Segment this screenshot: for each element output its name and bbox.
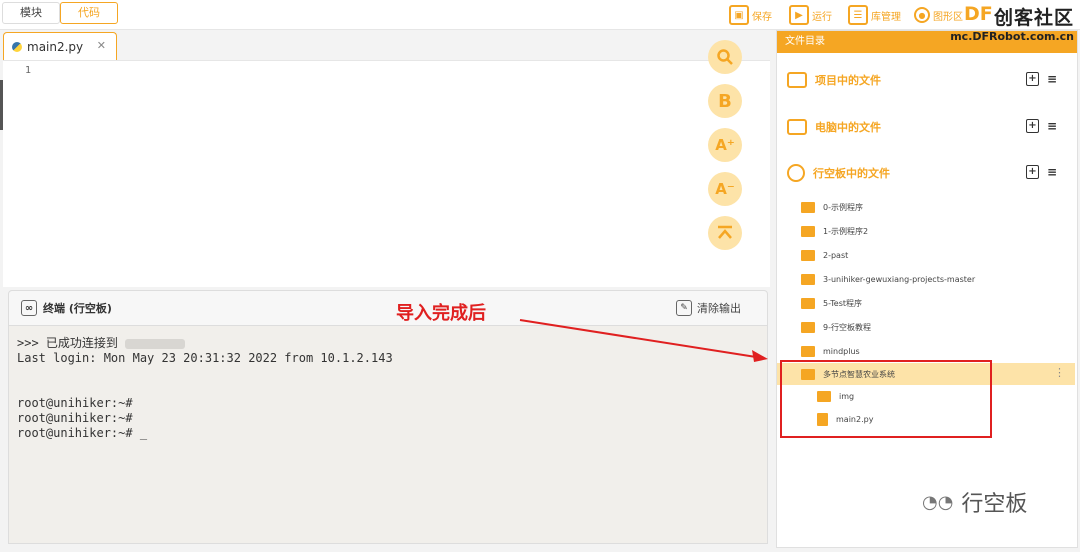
folder-icon bbox=[801, 297, 815, 309]
item-label: 3-unihiker-gewuxiang-projects-master bbox=[823, 274, 976, 284]
brand-name: 创客社区 bbox=[993, 7, 1074, 29]
list-item[interactable]: 3-unihiker-gewuxiang-projects-master bbox=[777, 268, 1075, 290]
run-label: 运行 bbox=[812, 11, 832, 23]
annotation-text: 导入完成后 bbox=[396, 303, 486, 324]
folder-icon bbox=[801, 249, 815, 261]
server-icon: ☰ bbox=[848, 5, 868, 25]
tab-main2-py[interactable]: main2.py ✕ bbox=[3, 32, 117, 60]
library-label: 库管理 bbox=[871, 11, 901, 23]
list-item[interactable]: 0-示例程序 bbox=[777, 196, 1075, 218]
mode-tab-code[interactable]: 代码 bbox=[60, 2, 118, 24]
menu-icon[interactable]: ≡ bbox=[1047, 72, 1057, 86]
close-icon[interactable]: ✕ bbox=[97, 39, 106, 52]
folder-icon bbox=[801, 225, 815, 237]
code-editor[interactable]: 1 bbox=[3, 60, 770, 287]
terminal-title: 终端 (行空板) bbox=[43, 302, 112, 315]
list-item[interactable]: 5-Test程序 bbox=[777, 292, 1075, 314]
graphics-label: 图形区 bbox=[933, 11, 963, 23]
section-label: 行空板中的文件 bbox=[813, 167, 890, 180]
section-project-files[interactable]: 项目中的文件 + ≡ bbox=[777, 65, 1077, 95]
more-options-icon[interactable]: ⋮ bbox=[1054, 366, 1065, 379]
terminal-line: root@unihiker:~# bbox=[17, 396, 133, 410]
add-file-icon[interactable]: + bbox=[1025, 119, 1039, 133]
line-number: 1 bbox=[25, 65, 32, 76]
list-item[interactable]: 2-past bbox=[777, 244, 1075, 266]
item-label: 2-past bbox=[823, 250, 849, 260]
format-bold-button[interactable]: B bbox=[708, 84, 742, 118]
board-icon bbox=[787, 164, 805, 182]
arrow-up-bar-icon bbox=[718, 225, 732, 239]
target-icon: ● bbox=[914, 7, 930, 23]
list-item[interactable]: 9-行空板教程 bbox=[777, 316, 1075, 338]
play-icon: ▶ bbox=[789, 5, 809, 25]
font-increase-button[interactable]: A⁺ bbox=[708, 128, 742, 162]
brand-url: mc.DFRobot.com.cn bbox=[950, 30, 1074, 43]
search-button[interactable] bbox=[708, 40, 742, 74]
folder-icon bbox=[801, 321, 815, 333]
section-board-files[interactable]: 行空板中的文件 + ≡ bbox=[777, 158, 1077, 188]
python-icon bbox=[12, 41, 22, 52]
section-computer-files[interactable]: 电脑中的文件 + ≡ bbox=[777, 112, 1077, 142]
annotation-highlight-box bbox=[780, 360, 992, 438]
graphics-button[interactable]: ● 图形区 bbox=[914, 3, 963, 27]
watermark-text: 行空板 bbox=[961, 492, 1028, 517]
floppy-icon: ▣ bbox=[729, 5, 749, 25]
run-button[interactable]: ▶ 运行 bbox=[789, 3, 832, 27]
save-label: 保存 bbox=[752, 11, 772, 23]
mode-tab-blocks[interactable]: 模块 bbox=[2, 2, 60, 24]
monitor-icon bbox=[787, 119, 807, 135]
clear-output-button[interactable]: ✎ 清除输出 bbox=[676, 300, 741, 316]
menu-icon[interactable]: ≡ bbox=[1047, 165, 1057, 179]
top-toolbar: 模块 代码 ▣ 保存 ▶ 运行 ☰ 库管理 ● 图形区 DF 创客社区 bbox=[0, 0, 1080, 30]
terminal-line: root@unihiker:~# _ bbox=[17, 426, 148, 440]
annotation-arrow bbox=[519, 319, 768, 362]
redacted-address bbox=[125, 338, 186, 349]
clear-output-label: 清除输出 bbox=[697, 302, 741, 315]
menu-icon[interactable]: ≡ bbox=[1047, 119, 1057, 133]
terminal-line: root@unihiker:~# bbox=[17, 411, 133, 425]
panel-title: 文件目录 bbox=[785, 36, 825, 47]
list-icon bbox=[787, 72, 807, 88]
item-label: mindplus bbox=[823, 346, 860, 356]
wechat-icon: ◔◔ bbox=[922, 491, 954, 513]
add-file-icon[interactable]: + bbox=[1025, 165, 1039, 179]
list-item[interactable]: mindplus bbox=[777, 340, 1075, 362]
folder-icon bbox=[801, 201, 815, 213]
font-decrease-button[interactable]: A⁻ bbox=[708, 172, 742, 206]
link-icon: ∞ bbox=[21, 300, 37, 316]
item-label: 1-示例程序2 bbox=[823, 226, 869, 236]
list-item[interactable]: 1-示例程序2 bbox=[777, 220, 1075, 242]
scroll-top-button[interactable] bbox=[708, 216, 742, 250]
folder-icon bbox=[801, 345, 815, 357]
section-label: 电脑中的文件 bbox=[815, 121, 881, 134]
file-tab-label: main2.py bbox=[27, 39, 84, 54]
library-button[interactable]: ☰ 库管理 bbox=[848, 3, 901, 27]
brand-logo-df: DF bbox=[964, 3, 993, 25]
save-button[interactable]: ▣ 保存 bbox=[729, 3, 772, 27]
item-label: 5-Test程序 bbox=[823, 298, 862, 308]
search-icon bbox=[717, 49, 733, 65]
terminal-line-text: >>> 已成功连接到 bbox=[17, 336, 118, 350]
file-directory-panel: 文件目录 项目中的文件 + ≡ 电脑中的文件 + ≡ 行空板中的文件 + ≡ 0-示例… bbox=[776, 30, 1078, 548]
broom-icon: ✎ bbox=[676, 300, 692, 316]
item-label: 0-示例程序 bbox=[823, 202, 863, 212]
item-label: 9-行空板教程 bbox=[823, 322, 871, 332]
section-label: 项目中的文件 bbox=[815, 74, 881, 87]
watermark: ◔◔ 行空板 bbox=[922, 486, 1027, 518]
add-file-icon[interactable]: + bbox=[1025, 72, 1039, 86]
folder-icon bbox=[801, 273, 815, 285]
